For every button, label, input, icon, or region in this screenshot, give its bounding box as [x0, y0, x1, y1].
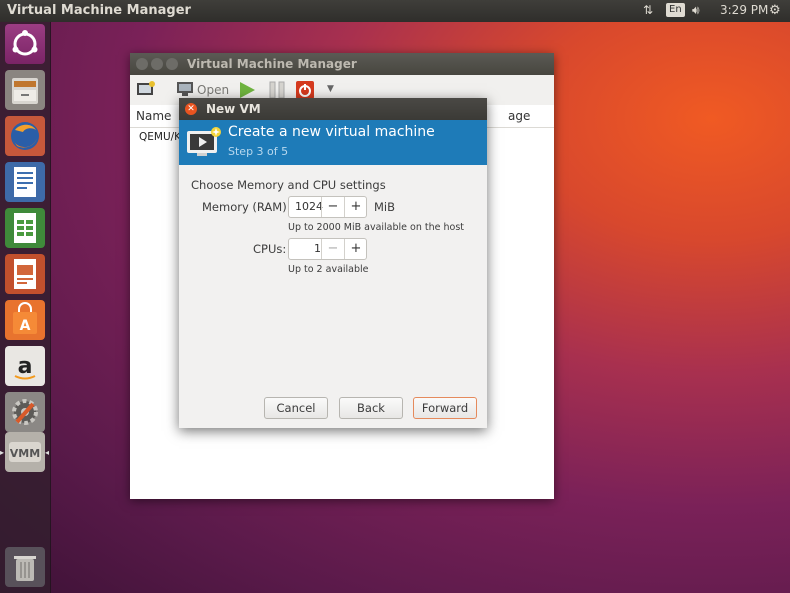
svg-text:A: A — [20, 318, 31, 334]
memory-increment-button[interactable]: + — [344, 197, 367, 217]
cpus-decrement-button[interactable]: − — [321, 239, 344, 259]
trash-icon — [14, 556, 36, 581]
clock[interactable]: 3:29 PM — [720, 3, 768, 17]
keyboard-indicator[interactable]: En — [666, 3, 685, 17]
amazon-button[interactable]: a — [5, 346, 45, 386]
svg-text:a: a — [18, 354, 33, 379]
presentation-icon — [14, 259, 36, 289]
ubuntu-logo-icon — [12, 30, 38, 56]
settings-icon — [12, 399, 38, 425]
vmm-window-title: Virtual Machine Manager — [187, 57, 357, 71]
vmm-titlebar: Virtual Machine Manager — [130, 53, 554, 75]
vm-monitor-icon — [186, 127, 222, 162]
calc-button[interactable] — [5, 208, 45, 248]
column-usage[interactable]: age — [508, 109, 530, 123]
vmm-icon: VMM — [9, 442, 41, 462]
cpus-increment-button[interactable]: + — [344, 239, 367, 259]
trash-button[interactable] — [5, 547, 45, 587]
forward-button[interactable]: Forward — [413, 397, 477, 419]
maximize-icon[interactable] — [166, 58, 178, 70]
volume-icon[interactable]: 🔊︎ — [692, 3, 700, 18]
wizard-banner: Create a new virtual machine Step 3 of 5 — [179, 120, 487, 165]
wizard-step: Step 3 of 5 — [228, 145, 289, 158]
running-indicator-left: ▸ — [0, 448, 5, 457]
close-icon[interactable]: ✕ — [185, 103, 197, 115]
system-settings-button[interactable] — [5, 392, 45, 432]
files-button[interactable] — [5, 70, 45, 110]
document-icon — [14, 167, 36, 197]
cpus-label: CPUs: — [253, 242, 287, 256]
impress-button[interactable] — [5, 254, 45, 294]
virt-manager-button[interactable]: VMM — [5, 432, 45, 472]
cancel-button[interactable]: Cancel — [264, 397, 328, 419]
cpus-hint: Up to 2 available — [288, 264, 369, 275]
minimize-icon[interactable] — [151, 58, 163, 70]
open-button[interactable]: Open — [197, 83, 229, 97]
file-cabinet-icon — [12, 78, 38, 104]
launcher: A a VMM ▸ ◂ — [0, 22, 51, 593]
firefox-icon — [11, 122, 39, 150]
column-name[interactable]: Name — [136, 109, 171, 123]
close-icon[interactable] — [136, 58, 148, 70]
power-menu-chevron-down-icon[interactable]: ▼ — [327, 84, 334, 94]
memory-unit: MiB — [374, 200, 396, 214]
running-indicator-right: ◂ — [45, 448, 50, 457]
writer-button[interactable] — [5, 162, 45, 202]
dialog-title: New VM — [206, 102, 261, 116]
new-vm-icon[interactable] — [136, 80, 156, 101]
memory-spinbox[interactable]: 1024 − + — [288, 196, 367, 218]
memory-decrement-button[interactable]: − — [321, 197, 344, 217]
ubuntu-dash-button[interactable] — [5, 24, 45, 64]
cpus-spinbox[interactable]: 1 − + — [288, 238, 367, 260]
wizard-heading: Create a new virtual machine — [228, 124, 435, 140]
network-icon[interactable]: ⇅ — [643, 3, 653, 17]
software-button[interactable]: A — [5, 300, 45, 340]
memory-hint: Up to 2000 MiB available on the host — [288, 222, 465, 233]
app-title: Virtual Machine Manager — [7, 3, 191, 18]
svg-text:VMM: VMM — [10, 447, 40, 460]
new-vm-dialog: ✕ New VM Create a new virtual machine St… — [179, 98, 487, 428]
back-button[interactable]: Back — [339, 397, 403, 419]
top-panel: Virtual Machine Manager ⇅ En 🔊︎ 3:29 PM … — [0, 0, 790, 22]
memory-label: Memory (RAM): — [202, 200, 291, 214]
amazon-icon: a — [14, 354, 36, 380]
section-title: Choose Memory and CPU settings — [191, 178, 386, 192]
cpus-value[interactable]: 1 — [314, 242, 321, 255]
shopping-bag-icon: A — [13, 302, 37, 334]
memory-value[interactable]: 1024 — [295, 200, 323, 213]
spreadsheet-icon — [14, 213, 36, 243]
dialog-titlebar: ✕ New VM — [179, 98, 487, 120]
gear-icon[interactable]: ⚙ — [769, 3, 781, 18]
firefox-button[interactable] — [5, 116, 45, 156]
